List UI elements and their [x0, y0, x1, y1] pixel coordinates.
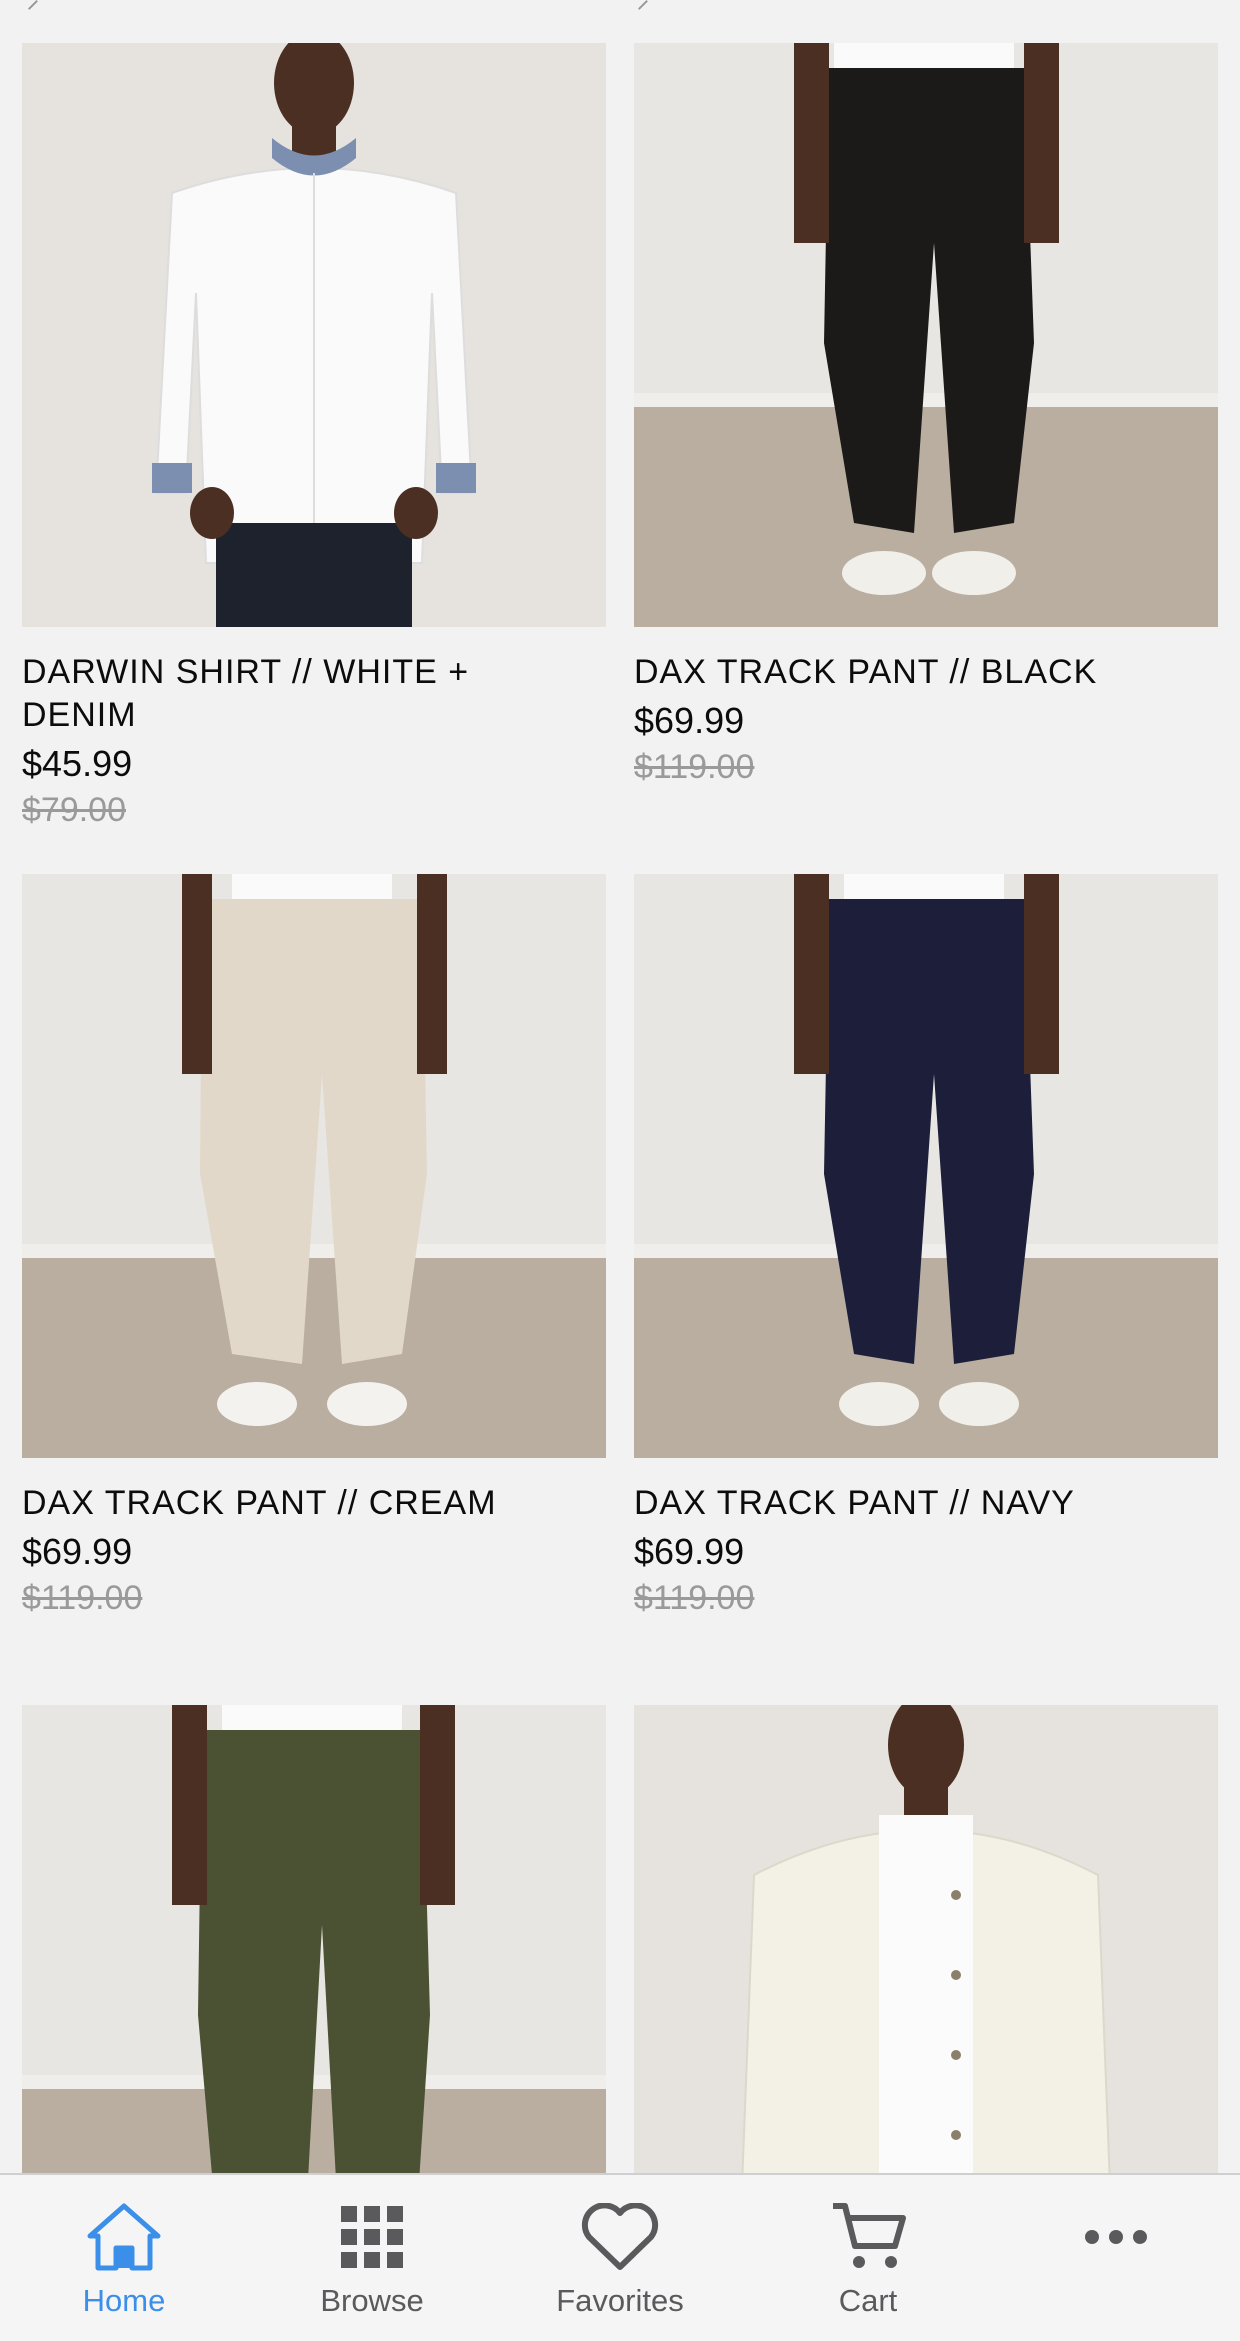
bottom-tab-bar: Home Browse Favorites Cart	[0, 2173, 1240, 2341]
tab-browse-label: Browse	[320, 2283, 424, 2318]
tab-browse[interactable]: Browse	[272, 2175, 472, 2319]
product-image[interactable]	[22, 43, 606, 627]
product-title[interactable]: DAX TRACK PANT // CREAM	[22, 1482, 542, 1525]
cart-icon	[768, 2195, 968, 2279]
previous-row-edge	[0, 0, 1240, 12]
product-price: $69.99	[22, 1531, 133, 1572]
tab-favorites[interactable]: Favorites	[520, 2175, 720, 2319]
product-card[interactable]: DARWIN SHIRT // WHITE + DENIM $45.99 $79…	[22, 43, 606, 874]
tab-home-label: Home	[82, 2283, 166, 2318]
more-icon	[1016, 2195, 1216, 2279]
product-original-price: $119.00	[22, 1579, 143, 1617]
tab-more[interactable]	[1016, 2175, 1216, 2279]
product-original-price: $119.00	[634, 1579, 755, 1617]
product-price: $45.99	[22, 743, 133, 784]
product-original-price: $119.00	[634, 748, 755, 786]
tab-cart[interactable]: Cart	[768, 2175, 968, 2319]
product-original-price: $79.00	[22, 791, 126, 829]
product-image[interactable]	[634, 874, 1218, 1458]
product-card[interactable]: DAX TRACK PANT // CREAM $69.99 $119.00	[22, 874, 606, 1705]
grid-icon	[272, 2195, 472, 2279]
product-title[interactable]: DAX TRACK PANT // BLACK	[634, 651, 1154, 694]
product-title[interactable]: DAX TRACK PANT // NAVY	[634, 1482, 1154, 1525]
tab-favorites-label: Favorites	[556, 2283, 684, 2318]
product-image[interactable]	[22, 874, 606, 1458]
product-price: $69.99	[634, 1531, 745, 1572]
product-price: $69.99	[634, 700, 745, 741]
tab-cart-label: Cart	[838, 2283, 898, 2318]
product-image[interactable]	[634, 43, 1218, 627]
product-grid: DARWIN SHIRT // WHITE + DENIM $45.99 $79…	[22, 43, 1218, 2305]
tab-home[interactable]: Home	[24, 2175, 224, 2319]
product-card[interactable]: DAX TRACK PANT // BLACK $69.99 $119.00	[634, 43, 1218, 874]
home-icon	[24, 2195, 224, 2279]
product-card[interactable]: DAX TRACK PANT // NAVY $69.99 $119.00	[634, 874, 1218, 1705]
product-title[interactable]: DARWIN SHIRT // WHITE + DENIM	[22, 651, 542, 737]
heart-icon	[520, 2195, 720, 2279]
